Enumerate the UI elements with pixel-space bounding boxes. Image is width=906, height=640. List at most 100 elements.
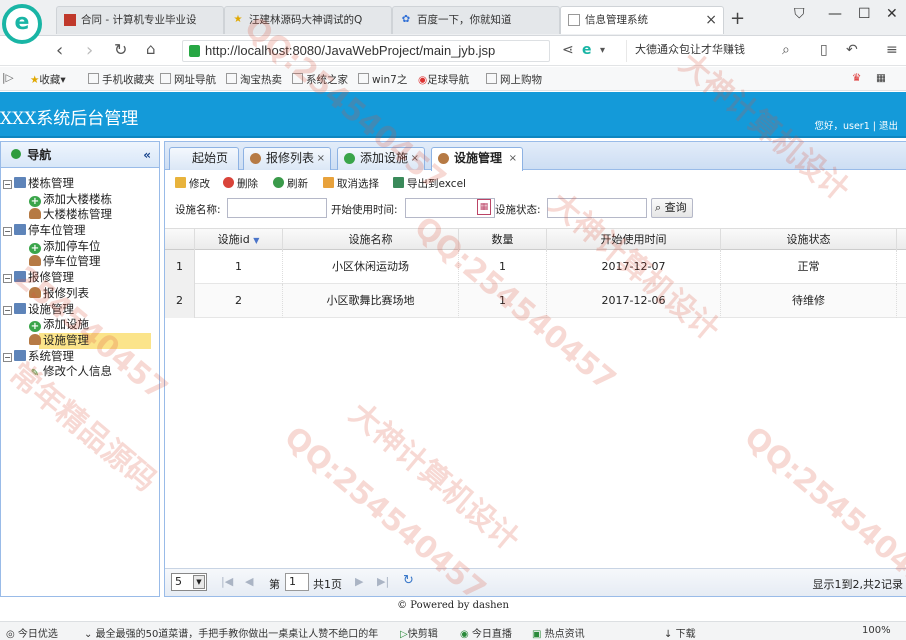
first-page-icon[interactable]: |◀ — [221, 575, 233, 588]
refresh-button[interactable]: 刷新 — [273, 176, 308, 191]
close-icon[interactable]: × — [509, 148, 517, 169]
sidebar-item-facility-manage[interactable]: 设施管理 — [1, 332, 159, 349]
grid-apps-icon[interactable]: ▦ — [876, 72, 886, 84]
tab-facility-manage[interactable]: 设施管理 × — [431, 147, 523, 171]
collapse-toggle-icon[interactable]: − — [3, 352, 12, 362]
tree-group-repair[interactable]: − 报修管理 — [1, 270, 159, 286]
status-item-edit[interactable]: ▷快剪辑 — [400, 625, 438, 640]
facility-status-input[interactable] — [547, 198, 647, 218]
navigation-icon — [11, 149, 21, 159]
tab-repair-list[interactable]: 报修列表 × — [243, 147, 331, 170]
skin-icon[interactable]: ⛉ — [794, 6, 805, 22]
share-icon[interactable]: ⋖ — [562, 42, 574, 58]
user-info[interactable]: 您好，user1 | 退出 — [814, 118, 898, 132]
column-header-id[interactable]: 设施id ▼ — [195, 229, 283, 251]
phone-icon[interactable]: ▯ — [820, 42, 828, 58]
table-row[interactable]: 2 2 小区歌舞比赛场地 1 2017-12-06 待维修 — [165, 284, 906, 318]
facility-status-label: 设施状态: — [495, 204, 541, 216]
browser-tab-2[interactable]: ★ 汪建林源码大神调试的Q — [224, 6, 392, 34]
bookmark-mobile[interactable]: 手机收藏夹 — [88, 72, 155, 87]
tab-home[interactable]: 起始页 — [169, 147, 239, 170]
prev-page-icon[interactable]: ◀ — [245, 575, 253, 588]
bookmark-nav[interactable]: 网址导航 — [160, 72, 216, 87]
cancel-select-button[interactable]: 取消选择 — [323, 176, 379, 191]
export-excel-button[interactable]: 导出到excel — [393, 176, 466, 191]
sidebar-item-edit-profile[interactable]: ✎ 修改个人信息 — [1, 364, 159, 380]
user-icon — [29, 286, 41, 298]
tree-group-building[interactable]: − 楼栋管理 — [1, 176, 159, 192]
undo-icon[interactable]: ↶ — [846, 42, 858, 58]
column-header-qty[interactable]: 数量 — [459, 229, 547, 251]
today-picks[interactable]: ◎ 今日优选 — [6, 625, 58, 640]
medal-icon[interactable]: ♛ — [852, 72, 861, 84]
close-tab-icon[interactable]: × — [705, 7, 717, 33]
close-icon[interactable]: × — [317, 148, 325, 169]
bookmark-favorites[interactable]: ★收藏▾ — [30, 72, 66, 87]
next-page-icon[interactable]: ▶ — [355, 575, 363, 588]
search-input[interactable]: 大德通众包让才华赚钱 — [626, 40, 804, 62]
collapse-toggle-icon[interactable]: − — [3, 227, 12, 237]
tree-group-parking[interactable]: − 停车位管理 — [1, 223, 159, 239]
browser-tab-active[interactable]: 信息管理系统 × — [560, 6, 724, 34]
app-title: XXX系统后台管理 — [0, 109, 139, 129]
zoom-level[interactable]: 100% — [862, 625, 891, 636]
add-icon — [344, 153, 355, 164]
collapse-toggle-icon[interactable]: − — [3, 274, 12, 284]
browser-tab-1[interactable]: 合同 - 计算机专业毕业设 — [56, 6, 224, 34]
column-header-name[interactable]: 设施名称 — [283, 229, 459, 251]
column-header-status[interactable]: 设施状态 — [721, 229, 897, 251]
new-tab-button[interactable]: + — [730, 8, 745, 29]
user-icon — [438, 153, 449, 164]
bookmark-shopping[interactable]: 网上购物 — [486, 72, 542, 87]
maximize-icon[interactable]: ☐ — [858, 6, 871, 22]
table-row[interactable]: 1 1 小区休闲运动场 1 2017-12-07 正常 — [165, 250, 906, 284]
browser-tab-3[interactable]: ✿ 百度一下，你就知道 — [392, 6, 560, 34]
minimize-icon[interactable]: — — [828, 6, 842, 22]
calendar-icon[interactable]: ▦ — [477, 199, 491, 215]
page-icon — [160, 73, 171, 84]
close-window-icon[interactable]: ✕ — [886, 6, 898, 22]
url-input[interactable]: http://localhost:8080/JavaWebProject/mai… — [182, 40, 550, 62]
status-download[interactable]: ↓ 下载 — [664, 625, 696, 640]
page-number-input[interactable]: 1 — [285, 573, 309, 591]
sidebar-item-add-parking[interactable]: + 添加停车位 — [1, 239, 159, 255]
close-icon[interactable]: × — [411, 148, 419, 169]
column-header-date[interactable]: 开始使用时间 — [547, 229, 721, 251]
tree-group-system[interactable]: − 系统管理 — [1, 349, 159, 365]
back-icon[interactable]: ‹ — [56, 40, 63, 61]
bookmark-xitong[interactable]: 系统之家 — [292, 72, 348, 87]
tree-group-facility[interactable]: − 设施管理 — [1, 302, 159, 318]
edit-button[interactable]: 修改 — [175, 176, 210, 191]
home-icon[interactable]: ⌂ — [146, 40, 156, 58]
collapse-toggle-icon[interactable]: − — [3, 180, 12, 189]
query-button[interactable]: ⌕ 查询 — [651, 198, 693, 218]
bookmark-football[interactable]: ◉足球导航 — [418, 72, 469, 87]
status-item-news[interactable]: ▣ 热点资讯 — [532, 625, 585, 640]
status-item-live[interactable]: ◉ 今日直播 — [460, 625, 512, 640]
sidebar-toggle-icon[interactable]: |▷ — [2, 72, 14, 84]
sidebar-item-parking-manage[interactable]: 停车位管理 — [1, 254, 159, 270]
last-page-icon[interactable]: ▶| — [377, 575, 389, 588]
sidebar-item-repair-list[interactable]: 报修列表 — [1, 286, 159, 302]
url-text: http://localhost:8080/JavaWebProject/mai… — [205, 43, 496, 58]
reload-icon[interactable]: ↻ — [114, 40, 127, 59]
news-ticker[interactable]: ⌄ 最全最强的50道菜谱，手把手教你做出一桌桌让人赞不绝口的年 — [84, 625, 394, 640]
menu-icon[interactable]: ≡ — [886, 42, 898, 58]
folder-icon — [14, 224, 26, 236]
delete-button[interactable]: 删除 — [223, 176, 258, 191]
forward-icon[interactable]: › — [86, 40, 93, 61]
search-icon[interactable]: ⌕ — [782, 42, 790, 58]
chevron-down-icon[interactable]: ▾ — [600, 45, 605, 56]
refresh-icon[interactable]: ↻ — [403, 573, 414, 588]
sidebar-item-add-facility[interactable]: + 添加设施 — [1, 317, 159, 333]
sidebar-item-building-manage[interactable]: 大楼楼栋管理 — [1, 207, 159, 223]
collapse-toggle-icon[interactable]: − — [3, 305, 12, 315]
facility-name-input[interactable] — [227, 198, 327, 218]
page-size-select[interactable]: 5 ▼ — [171, 573, 207, 591]
sidebar-item-add-building[interactable]: + 添加大楼楼栋 — [1, 192, 159, 208]
tab-add-facility[interactable]: 添加设施 × — [337, 147, 425, 170]
bookmark-taobao[interactable]: 淘宝热卖 — [226, 72, 282, 87]
bookmark-win7[interactable]: win7之 — [358, 72, 407, 87]
engine-icon[interactable]: e — [582, 42, 592, 58]
collapse-icon[interactable]: « — [143, 142, 151, 168]
